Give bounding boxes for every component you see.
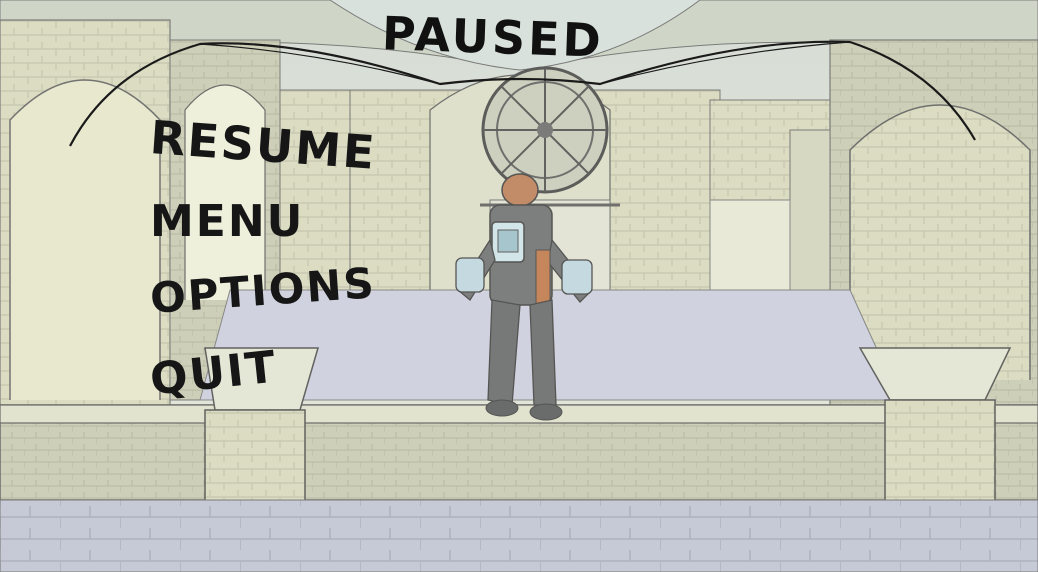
quit-button[interactable]: Quit xyxy=(148,341,280,405)
game-scene: PAUSED Resume Menu Options Quit xyxy=(0,0,1038,572)
pause-title: PAUSED xyxy=(381,6,605,68)
menu-button[interactable]: Menu xyxy=(150,200,304,244)
